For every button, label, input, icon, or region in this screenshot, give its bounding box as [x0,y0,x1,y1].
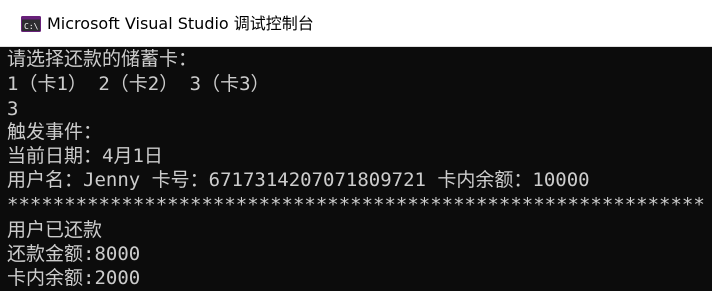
console-app-icon: C:\ [21,16,41,32]
console-line: 用户已还款 [7,219,103,241]
console-line: 卡内余额:2000 [7,267,141,289]
console-line: 请选择还款的储蓄卡： [7,48,198,70]
title-bar[interactable]: C:\ Microsoft Visual Studio 调试控制台 [0,0,712,47]
console-line: 1（卡1） 2（卡2） 3（卡3） [7,73,270,95]
console-window: C:\ Microsoft Visual Studio 调试控制台 请选择还款的… [0,0,712,291]
console-line: 3 [7,98,19,120]
console-line: 当前日期：4月1日 [7,145,163,167]
console-line: 触发事件： [7,121,103,143]
console-line: 用户名：Jenny 卡号：6717314207071809721 卡内余额：10… [7,169,590,191]
svg-text:C:\: C:\ [24,22,39,31]
console-line: 还款金额:8000 [7,243,141,265]
window-title: Microsoft Visual Studio 调试控制台 [47,14,314,33]
console-separator-line: ****************************************… [7,194,705,216]
console-output[interactable]: 请选择还款的储蓄卡： 1（卡1） 2（卡2） 3（卡3） 3 触发事件： 当前日… [0,47,712,291]
